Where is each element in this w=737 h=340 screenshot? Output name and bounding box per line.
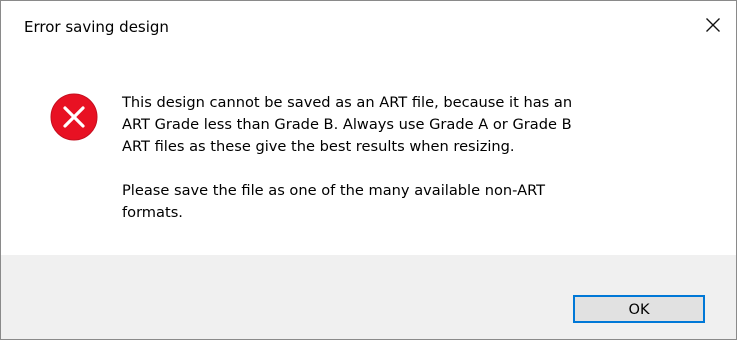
dialog-title: Error saving design (24, 18, 169, 36)
close-button[interactable] (690, 1, 736, 49)
error-dialog: Error saving design This design cannot b… (0, 0, 737, 340)
message-paragraph-1: This design cannot be saved as an ART fi… (122, 94, 573, 155)
error-icon (50, 93, 98, 141)
error-message: This design cannot be saved as an ART fi… (122, 92, 722, 224)
dialog-content: This design cannot be saved as an ART fi… (1, 59, 736, 255)
ok-button[interactable]: OK (573, 295, 705, 323)
message-paragraph-2: Please save the file as one of the many … (122, 182, 546, 221)
title-bar: Error saving design (1, 1, 736, 59)
close-icon (706, 18, 720, 32)
button-bar: OK (1, 255, 736, 339)
focus-ring (576, 298, 702, 320)
